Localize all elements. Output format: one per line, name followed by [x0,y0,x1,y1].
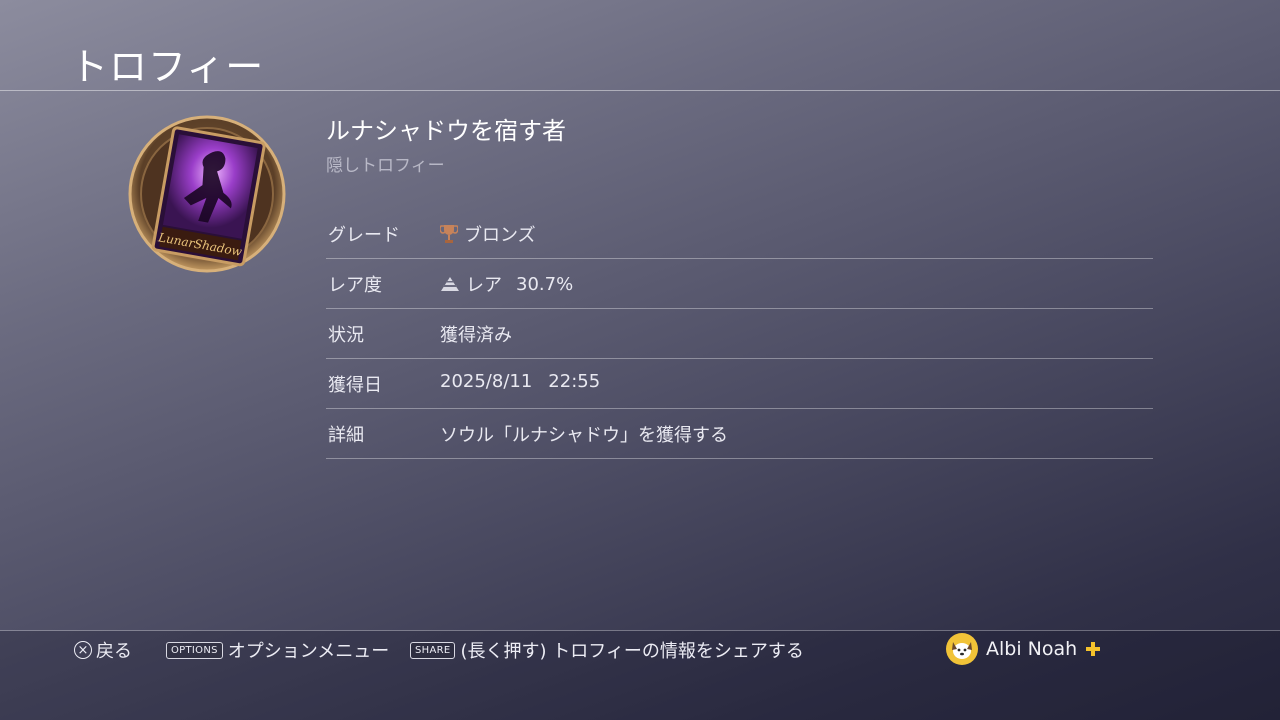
detail-row-earned-date: 獲得日 2025/8/11 22:55 [326,359,1153,409]
status-value: 獲得済み [440,325,512,346]
options-hint[interactable]: OPTIONS オプションメニュー [166,637,389,663]
avatar [946,633,978,665]
trophy-detail-table: グレード ブロンズ レア度 レア 30.7% 状況 獲得済み 獲得日 2025/… [326,209,1153,459]
status-label: 状況 [328,325,364,346]
rarity-pyramid-icon [441,277,459,291]
back-label: 戻る [96,641,132,662]
earned-date: 2025/8/11 [440,371,533,392]
rarity-value: レア [466,275,502,296]
trophy-hidden-label: 隠しトロフィー [326,156,445,176]
page-title: トロフィー [70,45,265,89]
grade-value: ブロンズ [464,225,536,246]
share-hint[interactable]: SHARE (長く押す) トロフィーの情報をシェアする [410,637,804,663]
trophy-name: ルナシャドウを宿す者 [326,117,566,145]
detail-row-grade: グレード ブロンズ [326,209,1153,259]
earned-date-label: 獲得日 [328,375,382,396]
earned-time: 22:55 [548,371,601,392]
grade-label: グレード [328,225,400,246]
options-label: オプションメニュー [227,641,390,662]
description-label: 詳細 [328,425,364,446]
earned-date-value-wrap: 2025/8/11 22:55 [440,371,600,392]
rarity-value-wrap: レア 30.7% [440,271,573,297]
detail-row-description: 詳細 ソウル「ルナシャドウ」を獲得する [326,409,1153,459]
cross-button-icon: × [74,641,92,659]
detail-row-status: 状況 獲得済み [326,309,1153,359]
description-value: ソウル「ルナシャドウ」を獲得する [440,425,728,446]
user-profile[interactable]: Albi Noah [946,633,1101,665]
dog-avatar-icon [952,642,972,659]
back-hint[interactable]: × 戻る [74,637,132,663]
share-label: (長く押す) トロフィーの情報をシェアする [460,641,804,662]
rarity-percent: 30.7% [516,273,574,295]
user-name: Albi Noah [986,638,1078,660]
options-key-icon: OPTIONS [166,641,223,659]
share-key-icon: SHARE [410,641,456,659]
header-divider [0,90,1280,91]
rarity-label: レア度 [328,275,382,296]
detail-row-rarity: レア度 レア 30.7% [326,259,1153,309]
trophy-image: LunarShadow [128,115,286,273]
bronze-trophy-icon [440,225,458,243]
grade-value-wrap: ブロンズ [440,221,536,247]
playstation-plus-icon [1086,642,1101,656]
